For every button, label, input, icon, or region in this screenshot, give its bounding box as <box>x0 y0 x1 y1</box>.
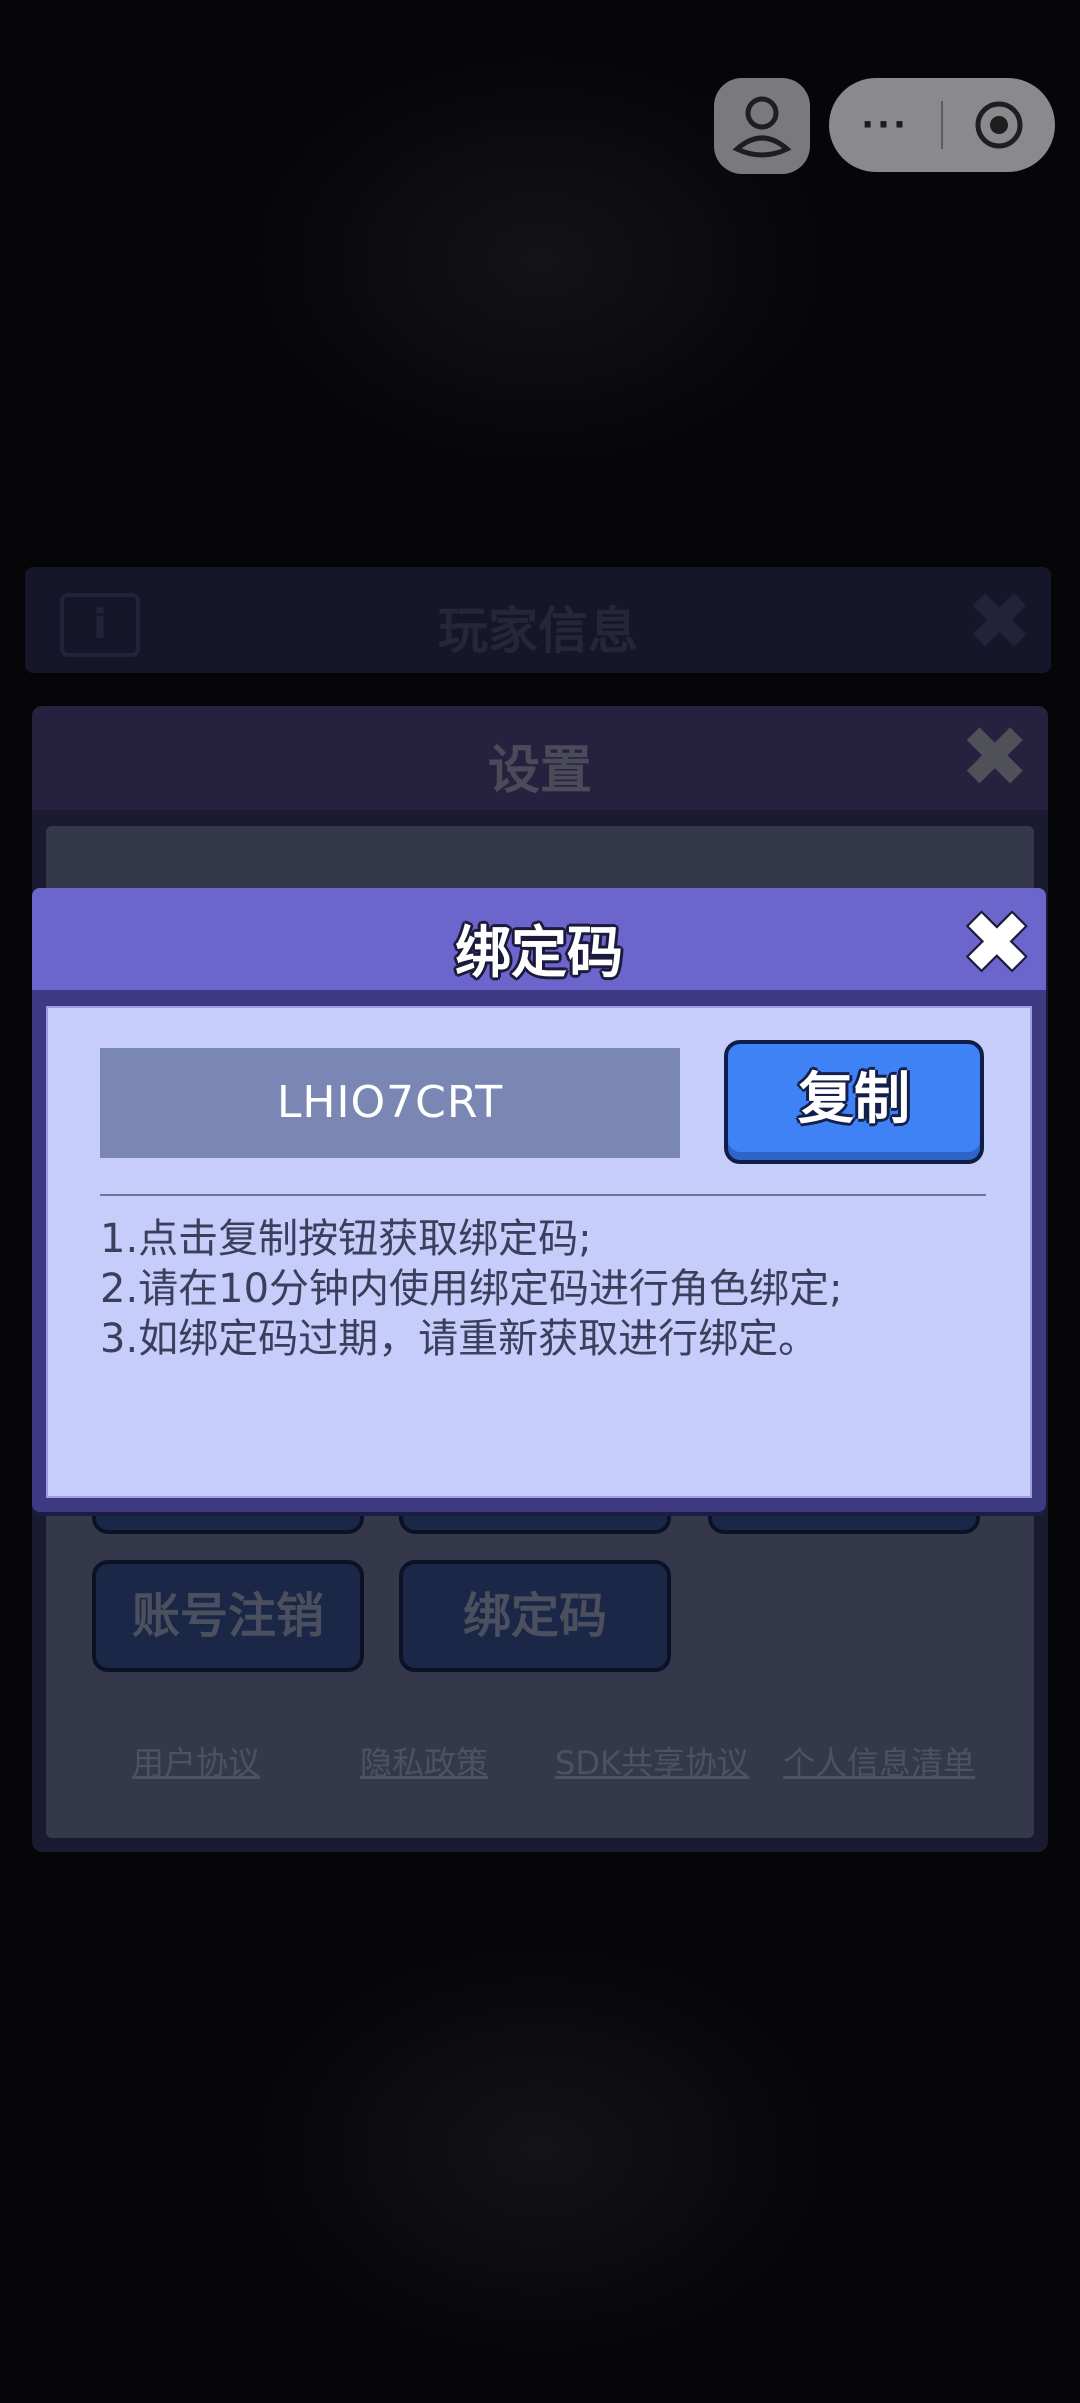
bind-code-button[interactable]: 绑定码 <box>399 1560 671 1672</box>
divider <box>100 1194 986 1196</box>
target-icon <box>975 101 1023 149</box>
dialog-title: 绑定码 <box>455 921 623 986</box>
bind-code-dialog: 绑定码 ✖ LHIO7CRT 复制 1.点击复制按钮获取绑定码; 2.请在10分… <box>32 888 1046 1512</box>
avatar-button[interactable] <box>714 78 810 174</box>
instruction-line: 3.如绑定码过期，请重新获取进行绑定。 <box>100 1316 819 1362</box>
player-info-title: 玩家信息 <box>438 602 638 660</box>
miniprogram-capsule: ··· <box>829 78 1055 172</box>
instruction-line: 1.点击复制按钮获取绑定码; <box>100 1216 592 1262</box>
settings-header: 设置 ✖ <box>32 706 1048 810</box>
personal-info-list-link[interactable]: 个人信息清单 <box>783 1738 975 1784</box>
sdk-sharing-link[interactable]: SDK共享协议 <box>555 1738 749 1784</box>
close-icon[interactable]: ✖ <box>962 894 1032 992</box>
bind-code-value: LHIO7CRT <box>100 1048 680 1158</box>
dialog-header: 绑定码 ✖ <box>32 888 1046 992</box>
account-cancel-button[interactable]: 账号注销 <box>92 1560 364 1672</box>
copy-button[interactable]: 复制 <box>724 1040 984 1164</box>
close-icon[interactable]: ✖ <box>966 575 1033 668</box>
instruction-line: 2.请在10分钟内使用绑定码进行角色绑定; <box>100 1266 843 1312</box>
settings-title: 设置 <box>487 741 592 801</box>
privacy-policy-link[interactable]: 隐私政策 <box>360 1738 488 1784</box>
player-info-panel: i 玩家信息 ✖ <box>25 567 1051 673</box>
user-agreement-link[interactable]: 用户协议 <box>132 1738 260 1784</box>
dialog-content: LHIO7CRT 复制 1.点击复制按钮获取绑定码; 2.请在10分钟内使用绑定… <box>46 1006 1032 1498</box>
avatar-icon <box>732 96 792 158</box>
close-icon[interactable]: ✖ <box>960 708 1030 806</box>
instructions: 1.点击复制按钮获取绑定码; 2.请在10分钟内使用绑定码进行角色绑定; 3.如… <box>100 1214 986 1364</box>
more-icon[interactable]: ··· <box>829 105 941 145</box>
close-miniprogram-button[interactable] <box>943 98 1055 152</box>
